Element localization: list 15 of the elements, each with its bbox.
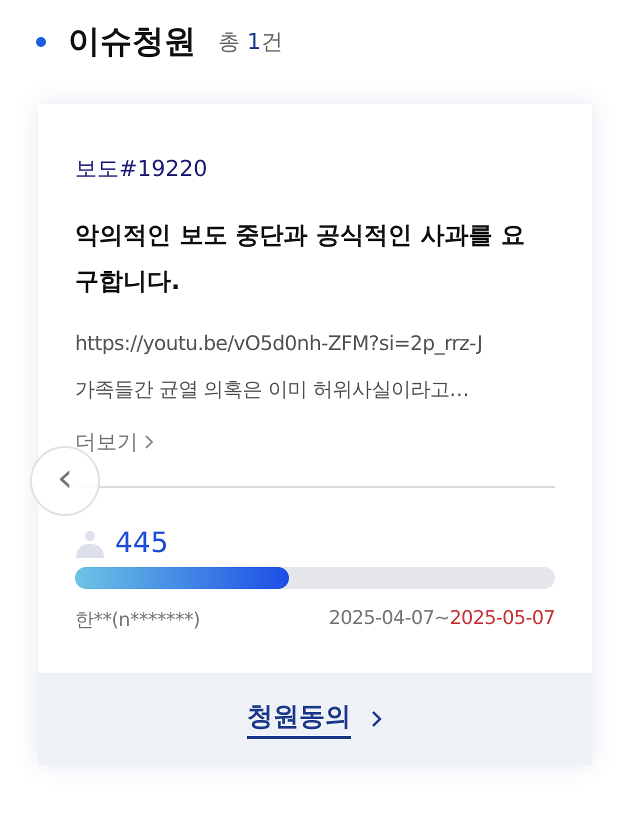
date-separator: ~: [434, 607, 450, 629]
chevron-right-icon: [371, 709, 383, 729]
petition-description-line: https://youtu.be/vO5d0nh-ZFM?si=2p_rrz-J: [75, 330, 484, 357]
total-count: 총 1건: [218, 29, 283, 57]
chevron-right-icon: [144, 434, 154, 450]
agree-link[interactable]: 청원동의: [247, 699, 351, 739]
section-title: 이슈청원: [68, 21, 196, 62]
petition-description-line: 가족들간 균열 의혹은 이미 허위사실이라고…: [75, 376, 470, 403]
start-date: 2025-04-07: [328, 607, 434, 629]
signature-count: 445: [115, 526, 168, 559]
author: 한**(n*******): [75, 608, 200, 633]
end-date: 2025-05-07: [450, 607, 555, 629]
bullet-icon: [36, 37, 46, 47]
petition-category: 보도#19220: [75, 156, 208, 184]
petition-title[interactable]: 악의적인 보도 중단과 공식적인 사과를 요구합니다.: [75, 212, 555, 304]
